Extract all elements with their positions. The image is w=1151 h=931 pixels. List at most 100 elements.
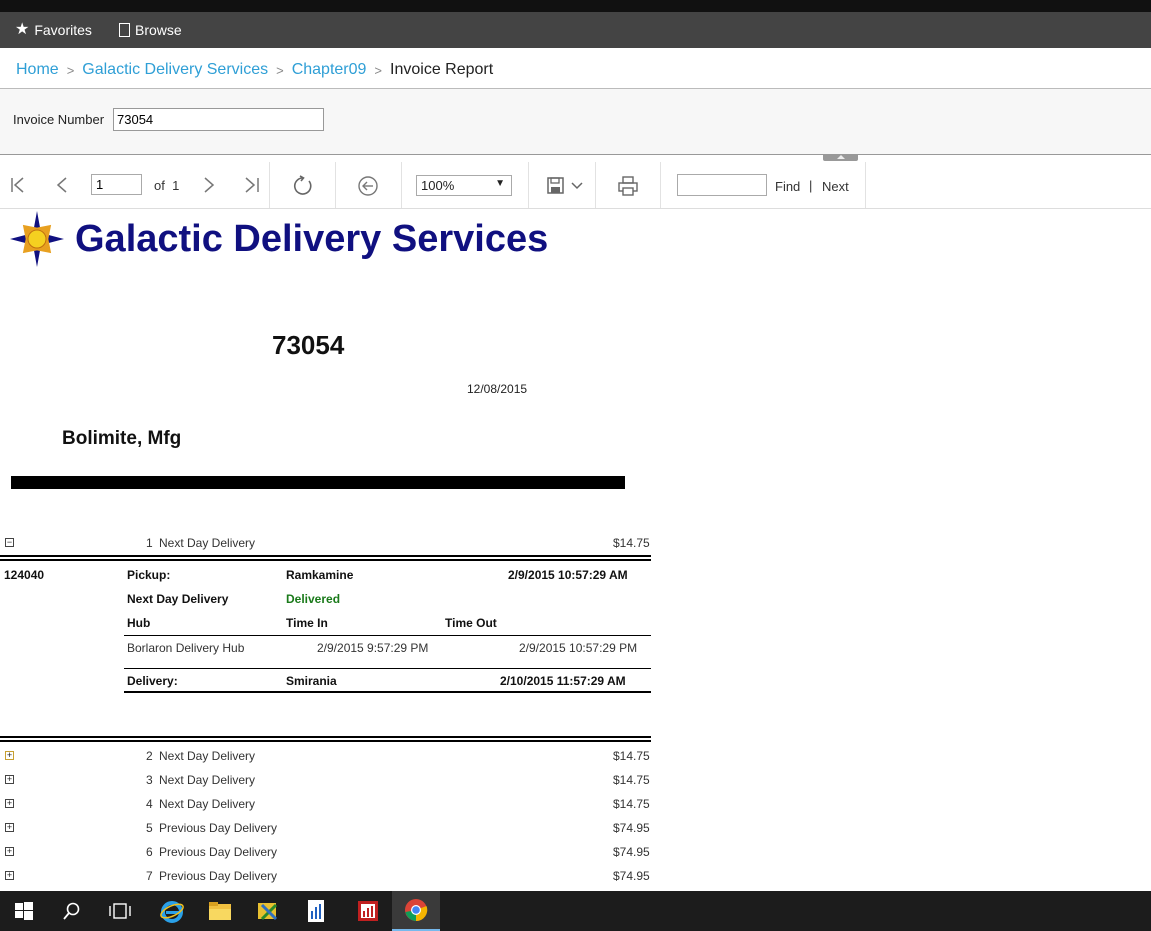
start-button[interactable] — [0, 891, 48, 931]
customer-name: Bolimite, Mfg — [62, 428, 182, 449]
line-service: Previous Day Delivery — [159, 821, 278, 835]
find-link[interactable]: Find — [775, 179, 800, 194]
expand-toggle-icon[interactable]: + — [5, 751, 14, 760]
double-rule — [0, 736, 651, 742]
breadcrumb-folder[interactable]: Galactic Delivery Services — [82, 61, 268, 79]
pickup-time: 2/9/2015 10:57:29 AM — [508, 568, 628, 582]
line-number: 2 — [146, 749, 153, 763]
line-service: Previous Day Delivery — [159, 845, 278, 859]
delivery-planet: Smirania — [286, 674, 337, 688]
print-icon[interactable] — [617, 175, 639, 197]
line-amount: $74.95 — [613, 845, 650, 859]
line-number: 6 — [146, 845, 153, 859]
browse-menu[interactable]: Browse — [119, 12, 182, 48]
portal-navbar: ★ Favorites Browse — [0, 12, 1151, 48]
previous-page-icon[interactable] — [54, 176, 70, 194]
line-service: Next Day Delivery — [159, 749, 256, 763]
find-next-link[interactable]: Next — [822, 179, 849, 194]
taskbar-reporting-app[interactable] — [344, 891, 392, 931]
star-icon: ★ — [15, 21, 30, 38]
line-amount: $74.95 — [613, 869, 650, 883]
toolbar-separator — [660, 162, 661, 208]
rule — [124, 668, 651, 669]
delivery-status: Delivered — [286, 592, 341, 606]
search-icon — [63, 902, 80, 920]
line-amount: $14.75 — [613, 797, 650, 811]
taskbar-app-tools[interactable] — [244, 891, 292, 931]
favorites-menu[interactable]: ★ Favorites — [15, 12, 92, 48]
task-view-button[interactable] — [96, 891, 144, 931]
next-page-icon[interactable] — [201, 176, 217, 194]
page-number-input[interactable] — [91, 174, 142, 195]
favorites-label: Favorites — [34, 22, 92, 38]
rule — [124, 635, 651, 636]
toolbar-separator — [865, 162, 866, 208]
collapse-toggle-icon[interactable]: − — [5, 538, 14, 547]
expand-toggle-icon[interactable]: + — [5, 871, 14, 880]
report-document-icon — [308, 900, 324, 922]
zoom-select[interactable]: 100% ▼ — [416, 175, 512, 196]
breadcrumb-subfolder[interactable]: Chapter09 — [292, 61, 367, 79]
line-number: 4 — [146, 797, 153, 811]
line-number: 3 — [146, 773, 153, 787]
expand-toggle-icon[interactable]: + — [5, 799, 14, 808]
line-amount: $14.75 — [613, 536, 650, 550]
back-icon[interactable] — [357, 175, 379, 197]
find-input[interactable] — [677, 174, 767, 196]
line-service: Next Day Delivery — [159, 797, 256, 811]
breadcrumb: Home > Galactic Delivery Services > Chap… — [16, 58, 493, 82]
invoice-date: 12/08/2015 — [467, 382, 528, 396]
line-service: Next Day Delivery — [159, 773, 256, 787]
expand-toggle-icon[interactable]: + — [5, 823, 14, 832]
invoice-number-input[interactable] — [113, 108, 324, 131]
browse-label: Browse — [135, 22, 182, 38]
time-out-column-header: Time Out — [445, 616, 497, 630]
expand-toggle-icon[interactable]: + — [5, 847, 14, 856]
pickup-planet: Ramkamine — [286, 568, 354, 582]
taskbar-internet-explorer[interactable] — [148, 891, 196, 931]
detail-service: Next Day Delivery — [127, 592, 229, 606]
chevron-right-icon: > — [66, 62, 75, 78]
line-number: 7 — [146, 869, 153, 883]
windows-logo-icon — [15, 902, 33, 920]
taskbar-chrome[interactable] — [392, 891, 440, 931]
chevron-right-icon: > — [374, 62, 383, 78]
pickup-label: Pickup: — [127, 568, 171, 582]
window-top-strip — [0, 0, 1151, 12]
search-button[interactable] — [48, 891, 96, 931]
invoice-number-label: Invoice Number — [13, 112, 105, 127]
time-in-column-header: Time In — [286, 616, 328, 630]
chart-app-icon — [358, 901, 378, 921]
find-separator: | — [809, 178, 813, 193]
taskbar-report-builder[interactable] — [292, 891, 340, 931]
delivery-time: 2/10/2015 11:57:29 AM — [500, 674, 626, 688]
toolbar-separator — [595, 162, 596, 208]
internet-explorer-icon — [160, 901, 184, 923]
windows-taskbar — [0, 891, 1151, 931]
line-number: 1 — [146, 536, 153, 550]
line-number: 5 — [146, 821, 153, 835]
line-amount: $74.95 — [613, 821, 650, 835]
hub-column-header: Hub — [127, 616, 151, 630]
first-page-icon[interactable] — [9, 176, 27, 194]
line-service: Next Day Delivery — [159, 536, 256, 550]
breadcrumb-home[interactable]: Home — [16, 61, 59, 79]
hub-time-out: 2/9/2015 10:57:29 PM — [519, 641, 638, 655]
line-amount: $14.75 — [613, 749, 650, 763]
export-save-icon[interactable] — [546, 176, 586, 196]
page-count-label: of 1 — [154, 178, 180, 193]
zoom-value: 100% — [421, 178, 455, 193]
toolbar-separator — [401, 162, 402, 208]
package-id: 124040 — [4, 568, 45, 582]
collapse-parameters-handle[interactable] — [823, 154, 858, 161]
document-icon — [119, 23, 130, 37]
header-divider-bar — [11, 476, 625, 489]
refresh-icon[interactable] — [292, 175, 314, 197]
expand-toggle-icon[interactable]: + — [5, 775, 14, 784]
chrome-icon — [405, 899, 428, 922]
taskbar-file-explorer[interactable] — [196, 891, 244, 931]
last-page-icon[interactable] — [243, 176, 261, 194]
folder-icon — [209, 902, 231, 920]
tools-app-icon — [258, 903, 278, 921]
toolbar-separator — [335, 162, 336, 208]
